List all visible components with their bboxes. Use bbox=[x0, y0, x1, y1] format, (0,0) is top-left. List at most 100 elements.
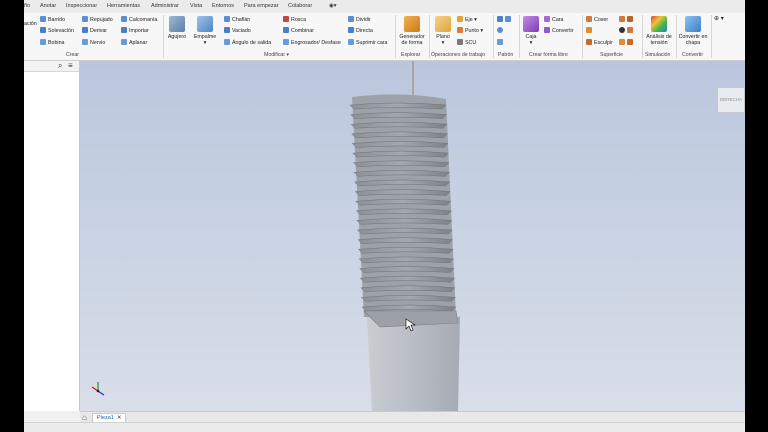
plano-button[interactable]: Plano ▾ bbox=[431, 16, 455, 46]
circ-pattern-icon bbox=[497, 27, 503, 33]
punto-button[interactable]: Punto ▾ bbox=[457, 27, 483, 35]
aplanar-button[interactable]: Aplanar bbox=[121, 39, 147, 47]
eje-button[interactable]: Eje ▾ bbox=[457, 16, 477, 24]
sketch-pattern-icon bbox=[497, 39, 503, 45]
emboss-icon bbox=[82, 16, 88, 22]
empalme-button[interactable]: Empalme ▾ bbox=[192, 16, 218, 46]
close-icon[interactable]: ✕ bbox=[117, 415, 122, 421]
graphics-viewport[interactable]: DERECHA bbox=[80, 61, 745, 411]
modify-group-label[interactable]: Modificar ▾ bbox=[264, 52, 289, 58]
convertir-chapa-button[interactable]: Convertir en chapa bbox=[677, 16, 709, 46]
bolt-model[interactable] bbox=[80, 61, 745, 411]
ribbon-separator bbox=[429, 15, 430, 58]
ribbon-separator bbox=[395, 15, 396, 58]
settings-icon: ⊕ bbox=[714, 16, 720, 22]
solevacion-button[interactable]: Solevación bbox=[40, 27, 74, 35]
home-icon[interactable]: ⌂ bbox=[82, 413, 87, 422]
dividir-button[interactable]: Dividir bbox=[348, 16, 371, 24]
derivar-button[interactable]: Derivar bbox=[82, 27, 107, 35]
tab-herramientas[interactable]: Herramientas bbox=[107, 3, 140, 9]
convert-group-label: Convertir bbox=[682, 52, 704, 58]
rosca-button[interactable]: Rosca bbox=[283, 16, 306, 24]
chaflan-button[interactable]: Chaflán bbox=[224, 16, 250, 24]
unwrap-icon bbox=[121, 39, 127, 45]
ribbon-tab-bar: ño Anotar Inspeccionar Herramientas Admi… bbox=[24, 0, 745, 14]
rect-pattern-button[interactable] bbox=[497, 16, 513, 24]
ribbon-separator bbox=[582, 15, 583, 58]
ribbon-separator bbox=[642, 15, 643, 58]
document-tab-label: Pieza1 bbox=[97, 415, 114, 421]
nervio-button[interactable]: Nervio bbox=[82, 39, 105, 47]
tab-vista[interactable]: Vista bbox=[190, 3, 202, 9]
combinar-button[interactable]: Combinar bbox=[283, 27, 314, 35]
generador-forma-button[interactable]: Generador de forma bbox=[397, 16, 427, 46]
surface-group-label: Superficie bbox=[600, 52, 624, 58]
repujado-button[interactable]: Repujado bbox=[82, 16, 113, 24]
agujero-button[interactable]: Agujero bbox=[165, 16, 189, 40]
create-group-label: Crear bbox=[66, 52, 79, 58]
cara-button[interactable]: Cara bbox=[544, 16, 563, 24]
analisis-tension-button[interactable]: Análisis de tensión bbox=[644, 16, 674, 46]
tab-entornos[interactable]: Entornos bbox=[212, 3, 234, 9]
ribbon-separator bbox=[711, 15, 712, 58]
split-icon bbox=[348, 16, 354, 22]
view-toggle-icon[interactable]: ◉▾ bbox=[329, 3, 337, 9]
ribbon-separator bbox=[519, 15, 520, 58]
inventor-window: ño Anotar Inspeccionar Herramientas Admi… bbox=[24, 0, 745, 432]
tab-anotar[interactable]: Anotar bbox=[40, 3, 56, 9]
suprimir-cara-button[interactable]: Suprimir cara bbox=[348, 39, 388, 47]
directa-button[interactable]: Directa bbox=[348, 27, 373, 35]
bobina-button[interactable]: Bobina bbox=[40, 39, 65, 47]
freeform-group-label: Crear forma libre bbox=[529, 52, 568, 58]
vaciado-button[interactable]: Vaciado bbox=[224, 27, 251, 35]
surface-tool-3[interactable] bbox=[619, 39, 635, 47]
calcomania-button[interactable]: Calcomanía bbox=[121, 16, 157, 24]
pattern-group-label: Patrón bbox=[498, 52, 514, 58]
convertir-button[interactable]: Convertir bbox=[544, 27, 574, 35]
tab-administrar[interactable]: Administrar bbox=[151, 3, 179, 9]
letterbox-right bbox=[745, 0, 768, 432]
stress-analysis-icon bbox=[651, 16, 667, 32]
ruled-icon bbox=[619, 27, 625, 33]
scu-button[interactable]: SCU bbox=[457, 39, 476, 47]
delete-face-icon bbox=[348, 39, 354, 45]
engrosador-button[interactable]: Engrosador/ Desfase bbox=[283, 39, 341, 47]
search-icon[interactable]: ⌕ bbox=[58, 61, 62, 71]
viewcube[interactable]: DERECHA bbox=[717, 87, 745, 113]
stitch-icon bbox=[586, 16, 592, 22]
circ-pattern-button[interactable] bbox=[497, 27, 505, 35]
surface-tool-1[interactable] bbox=[619, 16, 635, 24]
browser-toolbar: ⌕ ≡ bbox=[24, 61, 79, 72]
hole-icon bbox=[169, 16, 185, 32]
sketch-pattern-button[interactable] bbox=[497, 39, 505, 47]
face-icon bbox=[544, 16, 550, 22]
tab-inspeccionar[interactable]: Inspeccionar bbox=[66, 3, 97, 9]
mirror-icon bbox=[505, 16, 511, 22]
sheet-metal-icon bbox=[685, 16, 701, 32]
sculpt-icon bbox=[586, 39, 592, 45]
create-partial-label[interactable]: ación bbox=[24, 21, 37, 28]
caja-button[interactable]: Caja ▾ bbox=[521, 16, 541, 46]
angulo-salida-button[interactable]: Ángulo de salida bbox=[224, 39, 271, 47]
tab-para-empezar[interactable]: Para empezar bbox=[244, 3, 279, 9]
status-bar bbox=[24, 422, 745, 432]
esculpir-button[interactable]: Esculpir bbox=[586, 39, 613, 47]
extend-icon bbox=[627, 16, 633, 22]
tab-colaborar[interactable]: Colaborar bbox=[288, 3, 312, 9]
importar-button[interactable]: Importar bbox=[121, 27, 149, 35]
ribbon-separator bbox=[493, 15, 494, 58]
shape-generator-icon bbox=[404, 16, 420, 32]
patch-button[interactable] bbox=[586, 27, 594, 35]
tab-partial[interactable]: ño bbox=[24, 3, 30, 9]
import-icon bbox=[121, 27, 127, 33]
ribbon-options-button[interactable]: ⊕ ▾ bbox=[714, 16, 724, 23]
shank[interactable] bbox=[367, 317, 460, 411]
patch-icon bbox=[586, 27, 592, 33]
coser-button[interactable]: Coser bbox=[586, 16, 608, 24]
ucs-icon bbox=[457, 39, 463, 45]
surface-tool-2[interactable] bbox=[619, 27, 635, 35]
barrido-button[interactable]: Barrido bbox=[40, 16, 65, 24]
trim-icon bbox=[619, 16, 625, 22]
replace-face-icon bbox=[627, 27, 633, 33]
menu-icon[interactable]: ≡ bbox=[68, 61, 73, 70]
